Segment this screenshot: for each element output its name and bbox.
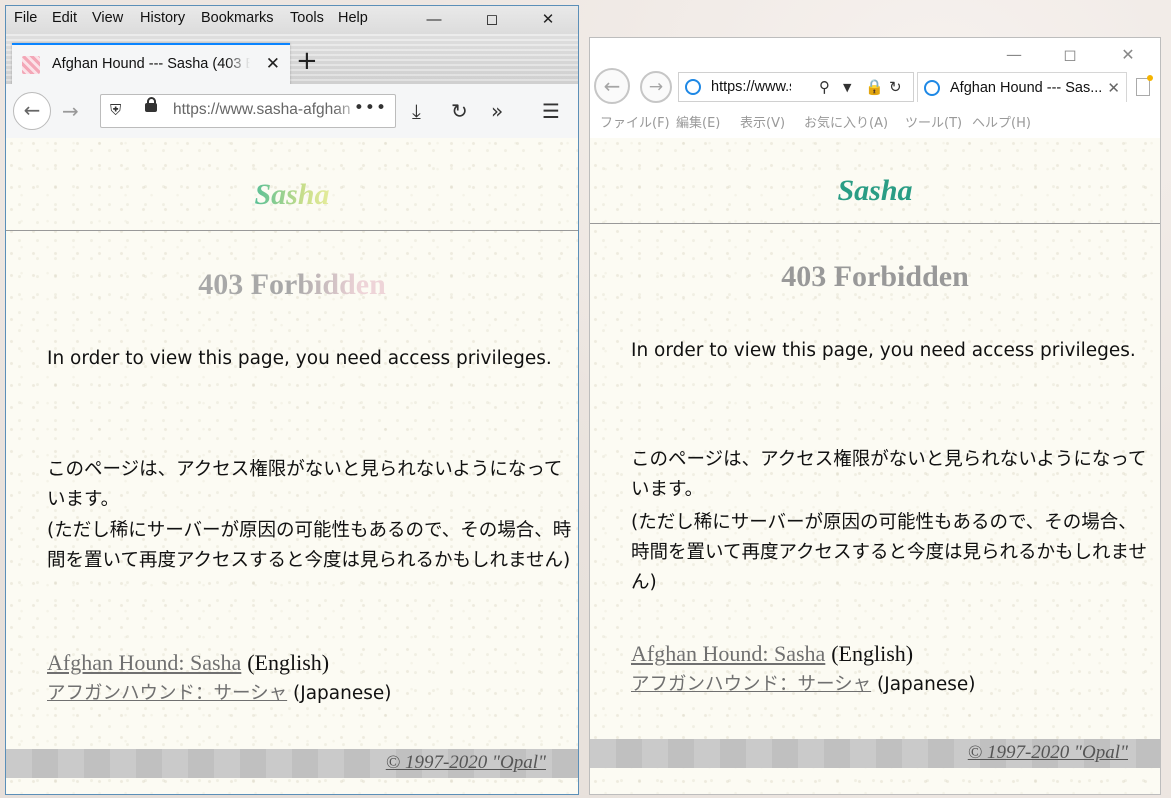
japanese-message: このページは、アクセス権限がないと見られないようになっています。 (631, 449, 1147, 500)
menu-edit[interactable]: Edit (52, 10, 77, 26)
url-text[interactable]: https://www.sasha-afghan (173, 101, 363, 119)
menu-tools[interactable]: ツール(T) (905, 112, 962, 131)
tab-close-icon[interactable]: ✕ (266, 54, 280, 74)
tab-close-icon[interactable]: ✕ (1107, 79, 1120, 97)
menu-favorites[interactable]: お気に入り(A) (804, 112, 888, 131)
japanese-note: (ただし稀にサーバーが原因の可能性もあるので、その場合、時間を置いて再度アクセス… (631, 512, 1147, 593)
error-heading: 403 Forbidden (6, 268, 578, 302)
menu-history[interactable]: History (140, 10, 185, 26)
forward-icon[interactable]: → (62, 99, 79, 123)
page-content: Sasha 403 Forbidden In order to view thi… (6, 138, 578, 794)
menu-tools[interactable]: Tools (290, 10, 324, 26)
menu-help[interactable]: ヘルプ(H) (972, 112, 1031, 131)
maximize-icon[interactable]: ◻ (1042, 40, 1098, 70)
ie-page-icon (685, 79, 701, 95)
new-tab-icon[interactable]: + (296, 46, 318, 76)
site-title: Sasha (6, 178, 578, 212)
close-window-icon[interactable]: ✕ (1100, 40, 1156, 70)
link-japanese-suffix: (Japanese) (877, 674, 976, 695)
link-english[interactable]: Afghan Hound: Sasha (47, 650, 241, 675)
forward-icon[interactable]: → (640, 71, 672, 103)
overflow-chevrons-icon[interactable]: » (491, 99, 503, 123)
minimize-icon[interactable]: — (411, 6, 457, 34)
japanese-note: (ただし稀にサーバーが原因の可能性もあるので、その場合、時間を置いて再度アクセス… (47, 520, 572, 571)
page-actions-icon[interactable]: ••• (354, 98, 387, 118)
ie-menubar: ファイル(F) 編集(E) 表示(V) お気に入り(A) ツール(T) ヘルプ(… (590, 108, 1160, 132)
ie-window: — ◻ ✕ ← → https://www.s... ⚲ ▼ 🔒 ↻ Afgha… (589, 37, 1161, 795)
lock-icon[interactable]: 🔒 (865, 78, 884, 96)
search-icon[interactable]: ⚲ (819, 78, 830, 96)
link-japanese[interactable]: アフガンハウンド：サーシャ (631, 674, 871, 695)
url-text[interactable]: https://www.s... (711, 79, 791, 95)
english-message: In order to view this page, you need acc… (631, 340, 1136, 361)
ie-toolbar: — ◻ ✕ ← → https://www.s... ⚲ ▼ 🔒 ↻ Afgha… (590, 38, 1160, 138)
favicon-icon (22, 56, 40, 74)
firefox-window: File Edit View History Bookmarks Tools H… (5, 5, 579, 795)
back-icon[interactable]: ← (13, 92, 51, 130)
tab-title: Afghan Hound --- Sas... (950, 80, 1103, 96)
link-english-suffix: (English) (247, 650, 330, 675)
refresh-icon[interactable]: ↻ (889, 78, 902, 96)
minimize-icon[interactable]: — (986, 40, 1042, 70)
japanese-link-line: アフガンハウンド：サーシャ (Japanese) (631, 670, 1154, 700)
menu-bookmarks[interactable]: Bookmarks (201, 10, 274, 26)
error-heading: 403 Forbidden (781, 260, 969, 293)
url-bar[interactable]: ⛨ https://www.sasha-afghan ••• (100, 94, 396, 128)
address-bar[interactable]: https://www.s... ⚲ ▼ 🔒 ↻ (678, 72, 914, 102)
japanese-message: このページは、アクセス権限がないと見られないようになっています。 (47, 459, 563, 510)
firefox-tabbar: Afghan Hound --- Sasha (403 Er ✕ + (6, 34, 578, 86)
tab-active[interactable]: Afghan Hound --- Sas... ✕ (917, 72, 1127, 102)
link-english-suffix: (English) (831, 641, 914, 666)
maximize-icon[interactable]: ◻ (469, 6, 515, 34)
firefox-menubar: File Edit View History Bookmarks Tools H… (6, 6, 578, 34)
footer-bar: © 1997-2020 "Opal" (590, 739, 1160, 768)
menu-edit[interactable]: 編集(E) (676, 112, 720, 131)
english-message: In order to view this page, you need acc… (47, 348, 552, 369)
menu-file[interactable]: File (14, 10, 37, 26)
copyright-link[interactable]: © 1997-2020 "Opal" (968, 742, 1128, 764)
menu-help[interactable]: Help (338, 10, 368, 26)
menu-file[interactable]: ファイル(F) (600, 112, 670, 131)
footer-bar: © 1997-2020 "Opal" (6, 749, 578, 778)
lock-icon[interactable] (145, 97, 157, 112)
link-japanese[interactable]: アフガンハウンド：サーシャ (47, 683, 287, 704)
download-icon[interactable]: ⤓ (412, 99, 421, 123)
divider (6, 230, 578, 231)
tab-active[interactable]: Afghan Hound --- Sasha (403 Er ✕ (12, 43, 290, 86)
dropdown-icon[interactable]: ▼ (843, 81, 851, 94)
menu-view[interactable]: View (92, 10, 123, 26)
english-link-line: Afghan Hound: Sasha (English) (47, 648, 572, 680)
link-japanese-suffix: (Japanese) (293, 683, 392, 704)
close-window-icon[interactable]: ✕ (525, 6, 571, 34)
tab-favicon-icon (924, 80, 940, 96)
tab-title: Afghan Hound --- Sasha (403 Er (52, 56, 250, 72)
hamburger-menu-icon[interactable]: ☰ (542, 99, 560, 123)
divider (590, 223, 1160, 224)
back-icon[interactable]: ← (594, 68, 630, 104)
shield-icon[interactable]: ⛨ (110, 101, 121, 119)
link-english[interactable]: Afghan Hound: Sasha (631, 641, 825, 666)
menu-view[interactable]: 表示(V) (740, 112, 785, 131)
english-link-line: Afghan Hound: Sasha (English) (631, 639, 1154, 671)
firefox-navbar: ← → ⛨ https://www.sasha-afghan ••• ⤓ ↻ »… (6, 84, 578, 139)
copyright-link[interactable]: © 1997-2020 "Opal" (386, 752, 546, 774)
site-title: Sasha (837, 174, 913, 207)
new-tab-icon[interactable] (1136, 75, 1153, 96)
reload-icon[interactable]: ↻ (451, 99, 468, 123)
japanese-link-line: アフガンハウンド：サーシャ (Japanese) (47, 679, 572, 709)
page-content: Sasha 403 Forbidden In order to view thi… (590, 138, 1160, 794)
